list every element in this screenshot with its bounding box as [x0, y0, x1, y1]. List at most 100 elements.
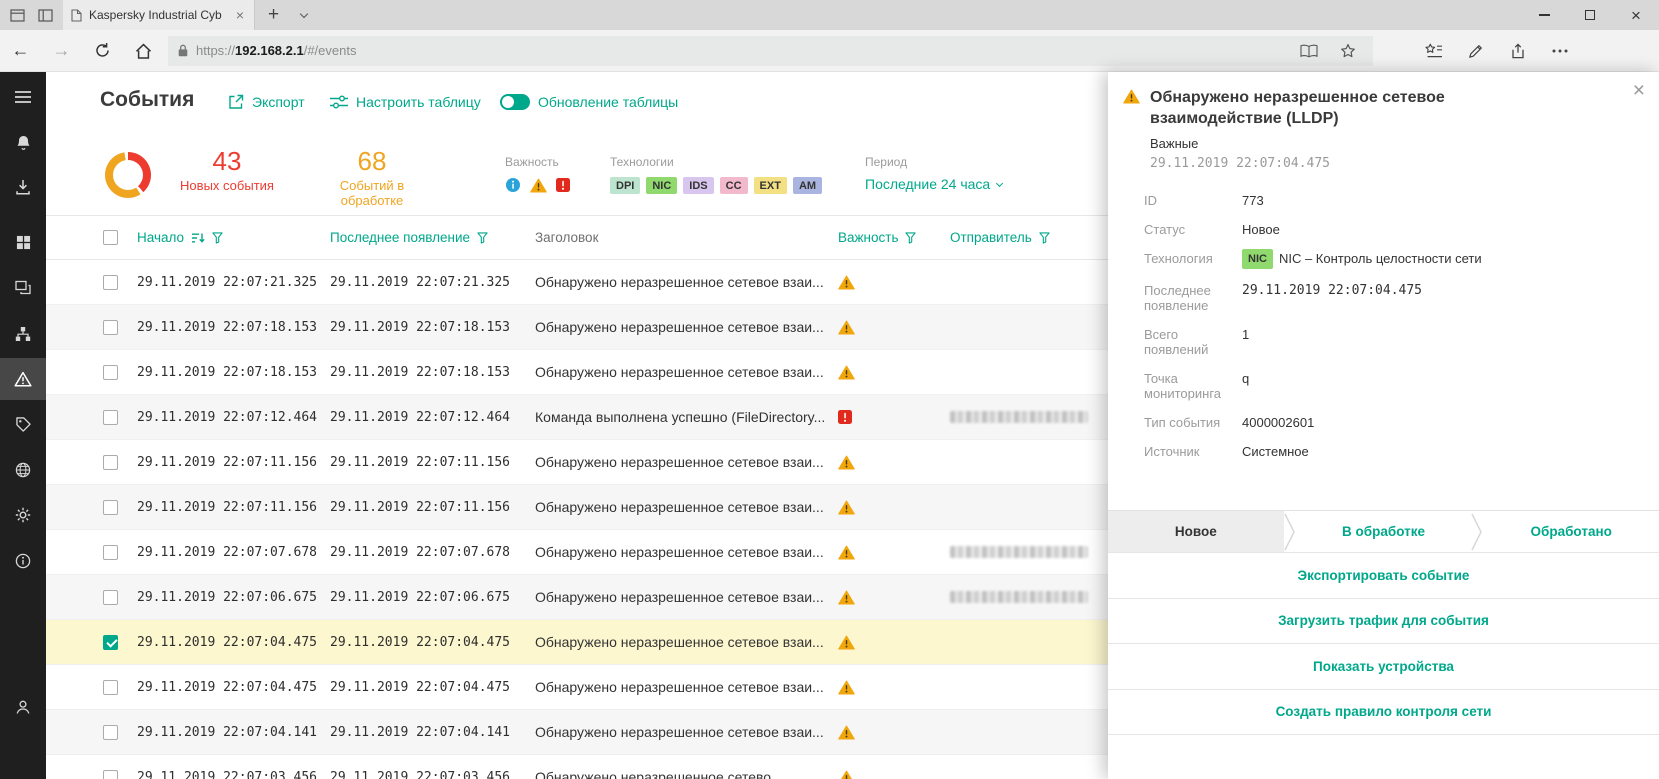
sidebar-item-dashboard[interactable]	[0, 221, 46, 263]
sidebar-item-menu[interactable]	[0, 76, 46, 118]
column-importance[interactable]: Важность	[838, 230, 898, 245]
sidebar-item-about[interactable]	[0, 540, 46, 582]
sidebar-item-assets[interactable]	[0, 267, 46, 309]
auto-update-toggle[interactable]: Обновление таблицы	[500, 94, 678, 110]
tab-close-icon[interactable]: ×	[234, 8, 246, 22]
reading-view-icon[interactable]	[1293, 44, 1325, 58]
export-event-button[interactable]: Экспортировать событие	[1108, 552, 1659, 598]
tech-badge-am[interactable]: AM	[793, 177, 822, 194]
row-checkbox[interactable]	[103, 680, 118, 695]
field-label: Всего появлений	[1144, 327, 1234, 357]
ink-notes-icon[interactable]	[1455, 30, 1497, 72]
event-last-seen-time: 29.11.2019 22:07:11.156	[330, 455, 535, 470]
toggle-switch[interactable]	[500, 94, 530, 110]
new-events-label: Новых события	[162, 178, 292, 193]
status-tab-new[interactable]: Новое	[1108, 511, 1284, 552]
tech-badge-cc[interactable]: CC	[720, 177, 748, 194]
row-checkbox[interactable]	[103, 500, 118, 515]
address-bar[interactable]: https://192.168.2.1/#/events	[168, 36, 1373, 66]
filter-funnel-icon[interactable]	[1039, 232, 1050, 244]
row-checkbox[interactable]	[103, 725, 118, 740]
chevron-down-icon	[996, 179, 1003, 186]
favorites-star-icon[interactable]	[1333, 43, 1363, 59]
period-dropdown[interactable]: Последние 24 часа	[865, 176, 1002, 192]
status-tab-in-progress[interactable]: В обработке	[1296, 511, 1472, 552]
home-button[interactable]	[123, 30, 164, 72]
create-network-rule-button[interactable]: Создать правило контроля сети	[1108, 689, 1659, 735]
column-last-seen[interactable]: Последнее появление	[330, 230, 470, 245]
row-checkbox[interactable]	[103, 545, 118, 560]
show-devices-button[interactable]: Показать устройства	[1108, 643, 1659, 689]
row-checkbox[interactable]	[103, 410, 118, 425]
sliders-icon	[330, 95, 348, 109]
tab-list-chevron-icon[interactable]	[292, 0, 316, 30]
more-options-icon[interactable]	[1539, 30, 1581, 72]
window-minimize-button[interactable]	[1521, 0, 1567, 30]
event-detail-header: Обнаружено неразрешенное сетевое взаимод…	[1108, 72, 1659, 171]
status-tab-processed[interactable]: Обработано	[1483, 511, 1659, 552]
event-start-time: 29.11.2019 22:07:11.156	[137, 455, 330, 470]
export-label: Экспорт	[252, 94, 305, 110]
window-maximize-button[interactable]	[1567, 0, 1613, 30]
tech-badge-dpi[interactable]: DPI	[610, 177, 640, 194]
tech-badge-ids[interactable]: IDS	[683, 177, 713, 194]
filter-funnel-icon[interactable]	[212, 232, 223, 244]
share-icon[interactable]	[1497, 30, 1539, 72]
info-icon[interactable]	[505, 177, 521, 193]
row-checkbox[interactable]	[103, 455, 118, 470]
field-label: Последнее появление	[1144, 283, 1234, 313]
refresh-button[interactable]	[82, 30, 123, 72]
row-checkbox[interactable]	[103, 635, 118, 650]
event-sender-redacted	[950, 591, 1088, 603]
row-checkbox[interactable]	[103, 590, 118, 605]
sidebar-item-settings[interactable]	[0, 494, 46, 536]
period-label: Период	[865, 155, 1002, 169]
column-start[interactable]: Начало	[137, 230, 184, 245]
sidebar-item-network-control[interactable]	[0, 449, 46, 491]
sidebar-item-account[interactable]	[0, 686, 46, 728]
forward-button[interactable]: →	[41, 30, 82, 72]
back-button[interactable]: ←	[0, 30, 41, 72]
select-all-checkbox[interactable]	[103, 230, 118, 245]
warning-icon[interactable]	[530, 178, 547, 193]
browser-tab[interactable]: Kaspersky Industrial Cyb ×	[63, 0, 255, 30]
set-tabs-aside-icon[interactable]	[38, 9, 53, 22]
tab-preview-icon[interactable]	[10, 9, 25, 22]
row-checkbox[interactable]	[103, 770, 118, 779]
warning-icon	[838, 590, 855, 605]
sidebar-item-tags[interactable]	[0, 403, 46, 445]
sidebar-item-network-map[interactable]	[0, 313, 46, 355]
sidebar-item-notifications[interactable]	[0, 122, 46, 164]
panel-close-icon[interactable]: ×	[1633, 80, 1645, 101]
tech-badge-nic[interactable]: NIC	[646, 177, 677, 194]
column-sender[interactable]: Отправитель	[950, 230, 1032, 245]
field-value: 773	[1242, 193, 1264, 208]
row-checkbox[interactable]	[103, 320, 118, 335]
export-button[interactable]: Экспорт	[228, 94, 305, 110]
field-value: Системное	[1242, 444, 1309, 459]
importance-label: Важность	[505, 155, 570, 169]
sidebar-item-events[interactable]	[0, 358, 46, 400]
window-close-button[interactable]: ×	[1613, 0, 1659, 30]
configure-table-button[interactable]: Настроить таблицу	[330, 94, 481, 110]
field-value: 1	[1242, 327, 1249, 357]
page-title: События	[100, 88, 194, 112]
new-tab-button[interactable]: +	[255, 0, 292, 30]
filter-funnel-icon[interactable]	[905, 232, 916, 244]
events-donut-chart	[105, 152, 151, 198]
warning-icon	[838, 365, 855, 380]
sidebar-item-downloads[interactable]	[0, 166, 46, 208]
field-label: Технология	[1144, 251, 1234, 269]
filter-funnel-icon[interactable]	[477, 232, 488, 244]
in-progress-stat[interactable]: 68 Событий в обработке	[307, 147, 437, 208]
row-checkbox[interactable]	[103, 365, 118, 380]
tech-badge-ext[interactable]: EXT	[754, 177, 787, 194]
critical-icon[interactable]	[556, 178, 570, 192]
sort-desc-icon[interactable]	[191, 232, 205, 244]
new-events-stat[interactable]: 43 Новых события	[162, 147, 292, 193]
row-checkbox[interactable]	[103, 275, 118, 290]
hub-icon[interactable]	[1413, 30, 1455, 72]
download-traffic-button[interactable]: Загрузить трафик для события	[1108, 598, 1659, 644]
in-progress-count: 68	[307, 147, 437, 175]
configure-label: Настроить таблицу	[356, 94, 481, 110]
